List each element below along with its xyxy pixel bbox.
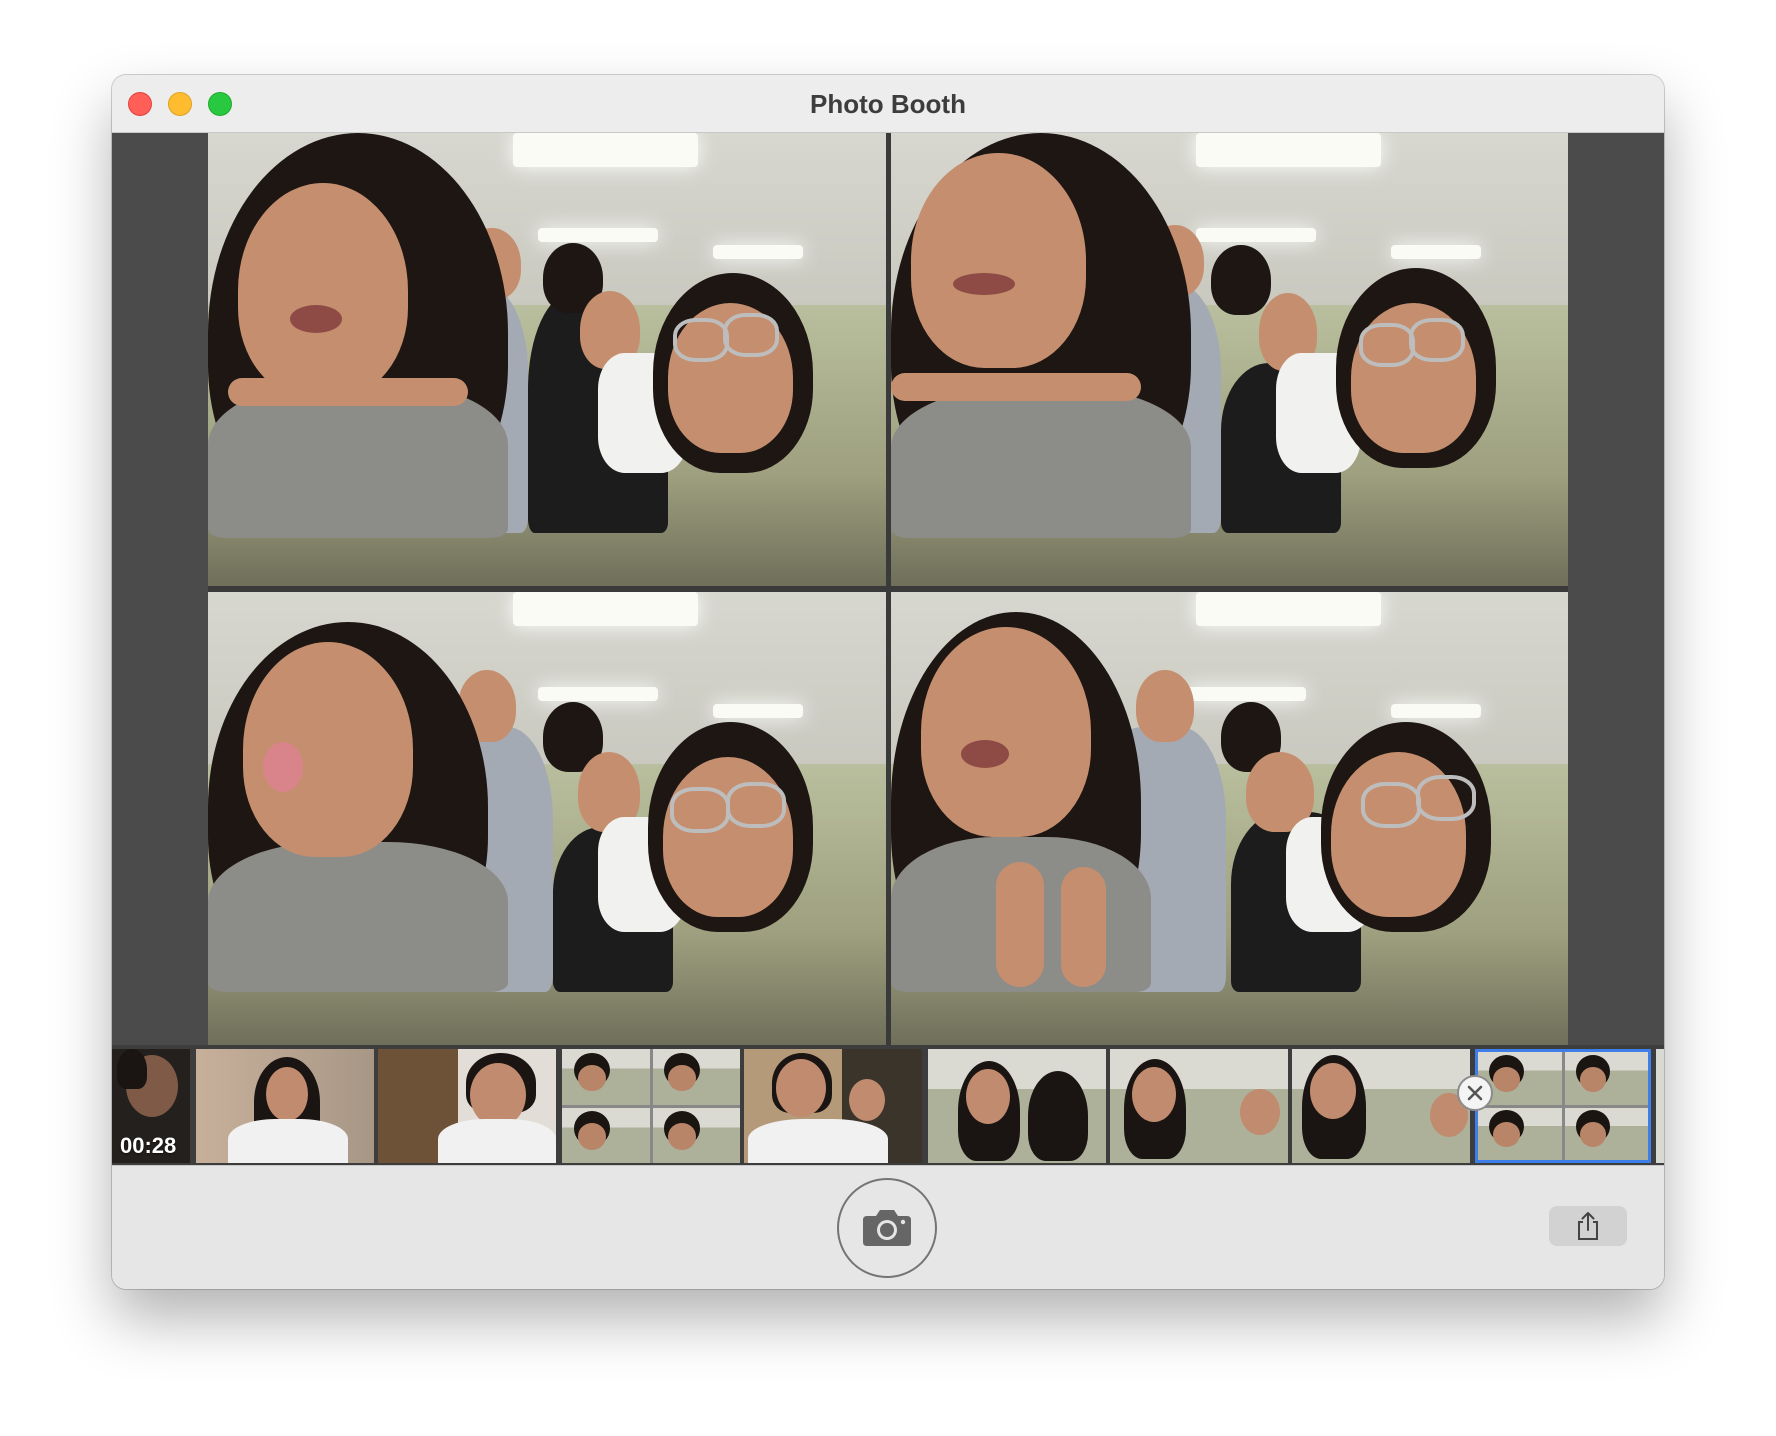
filmstrip[interactable]: 00:28 xyxy=(112,1045,1664,1165)
filmstrip-four-up-thumb-selected[interactable] xyxy=(1475,1049,1651,1163)
filmstrip-photo-thumb[interactable] xyxy=(196,1049,374,1163)
filmstrip-photo-thumb[interactable] xyxy=(744,1049,922,1163)
window-title: Photo Booth xyxy=(810,89,966,119)
four-up-photo-4 xyxy=(890,591,1568,1046)
title-bar: Photo Booth xyxy=(112,75,1664,133)
share-icon xyxy=(1578,1212,1598,1240)
delete-photo-button[interactable] xyxy=(1457,1075,1493,1111)
photo-booth-window: Photo Booth 00:28 xyxy=(112,75,1664,1289)
close-icon xyxy=(1467,1085,1483,1101)
four-up-photo-1 xyxy=(208,133,886,587)
filmstrip-four-up-thumb[interactable] xyxy=(562,1049,740,1163)
bottom-toolbar xyxy=(112,1165,1664,1289)
four-up-grid xyxy=(208,133,1568,1045)
four-up-photo-2 xyxy=(890,133,1568,587)
filmstrip-photo-thumb[interactable] xyxy=(1656,1049,1664,1163)
filmstrip-photo-thumb[interactable] xyxy=(928,1049,1106,1163)
photo-viewer xyxy=(112,133,1664,1045)
four-up-photo-3 xyxy=(208,591,886,1046)
take-photo-button[interactable] xyxy=(837,1178,937,1278)
filmstrip-photo-thumb[interactable] xyxy=(1110,1049,1288,1163)
filmstrip-photo-thumb[interactable] xyxy=(1292,1049,1470,1163)
filmstrip-video-thumb[interactable]: 00:28 xyxy=(112,1049,190,1163)
camera-icon xyxy=(863,1210,911,1246)
share-button[interactable] xyxy=(1549,1206,1627,1246)
video-duration: 00:28 xyxy=(120,1133,177,1158)
filmstrip-photo-thumb[interactable] xyxy=(378,1049,556,1163)
